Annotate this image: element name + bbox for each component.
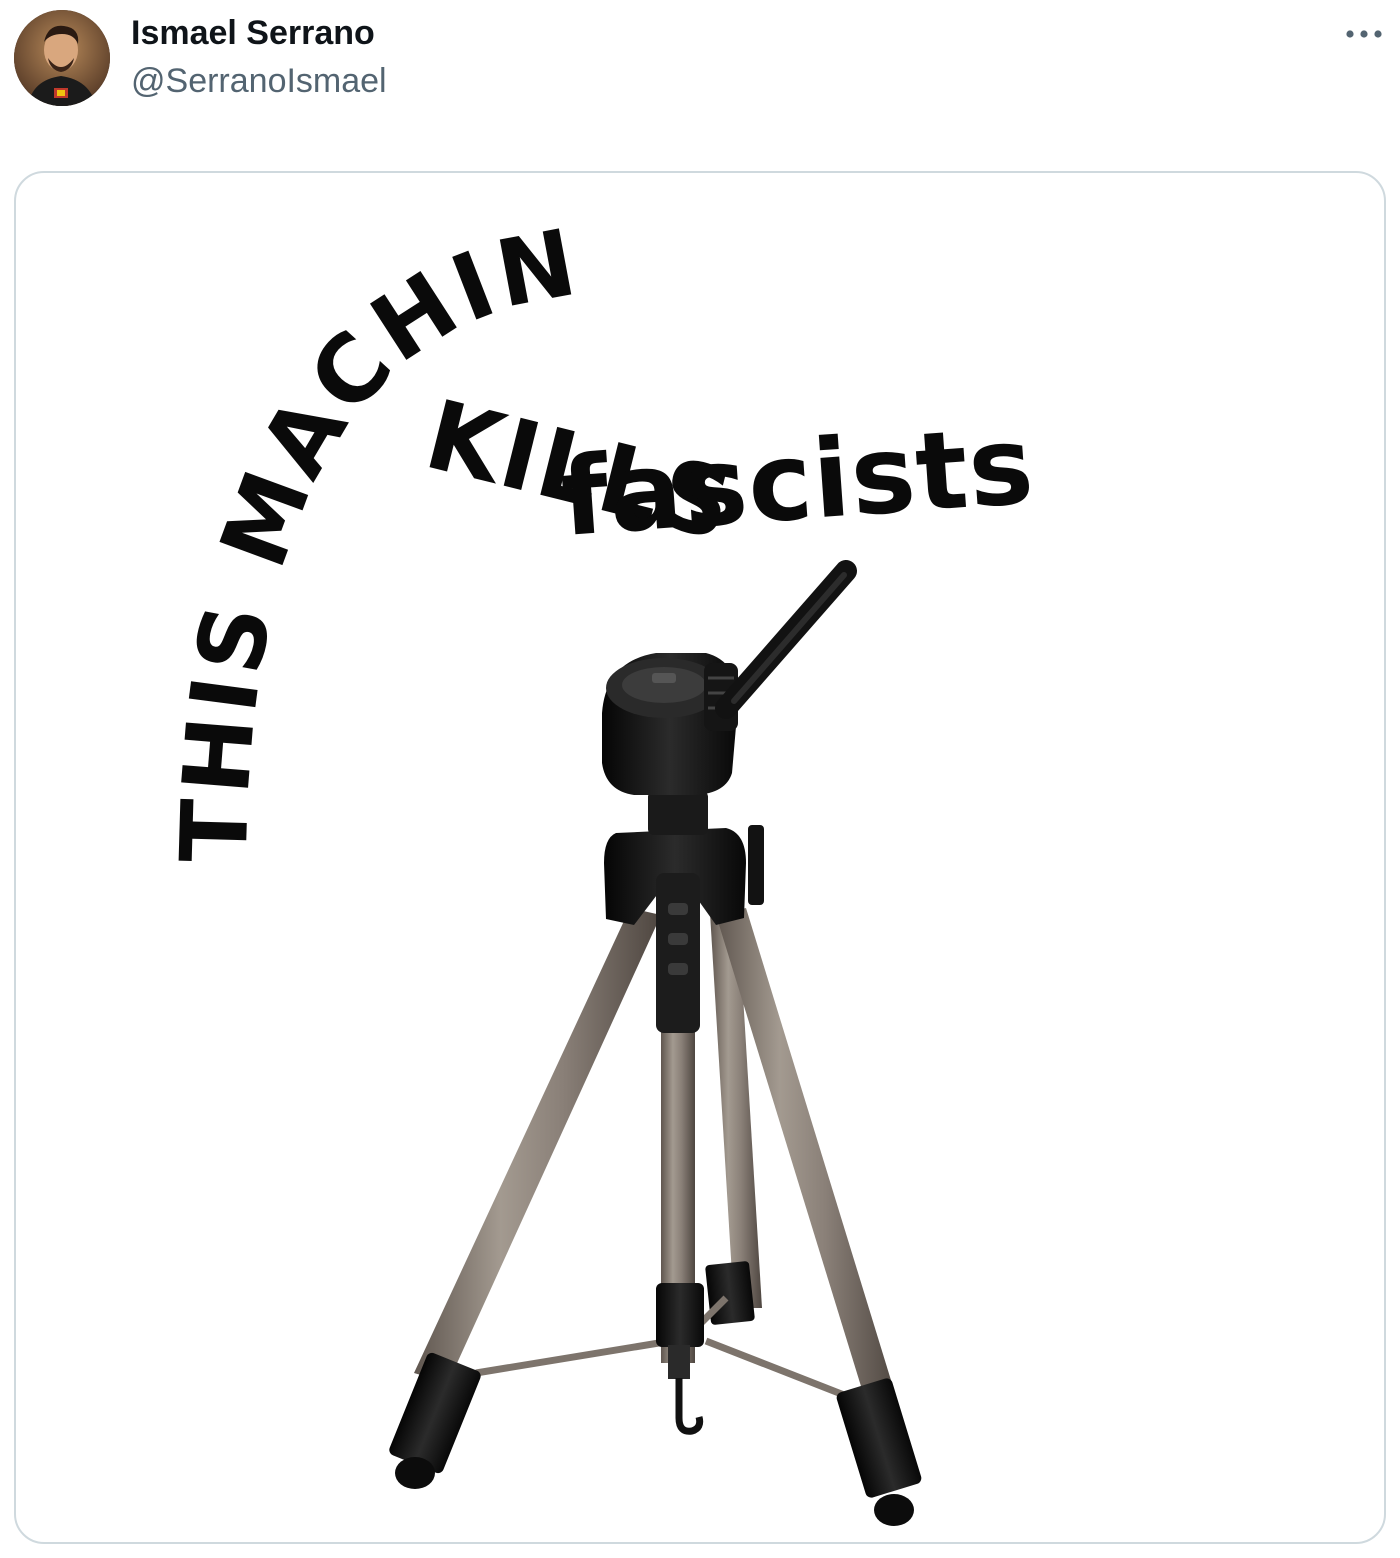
tweet-header: Ismael Serrano @SerranoIsmael bbox=[0, 0, 1400, 120]
more-options-button[interactable] bbox=[1342, 14, 1386, 54]
tweet-media[interactable]: THIS MACHINE KILLS fascists bbox=[14, 171, 1386, 1544]
author-display-name[interactable]: Ismael Serrano bbox=[131, 14, 375, 53]
more-horizontal-icon bbox=[1346, 30, 1382, 38]
slogan: THIS MACHINE KILLS fascists bbox=[16, 173, 1038, 864]
avatar-image bbox=[14, 10, 110, 106]
slogan-line-1: THIS MACHINE bbox=[16, 173, 588, 864]
author-avatar[interactable] bbox=[14, 10, 110, 106]
tripod-illustration bbox=[389, 560, 922, 1526]
author-handle[interactable]: @SerranoIsmael bbox=[131, 62, 387, 101]
media-illustration: THIS MACHINE KILLS fascists bbox=[16, 173, 1038, 1526]
